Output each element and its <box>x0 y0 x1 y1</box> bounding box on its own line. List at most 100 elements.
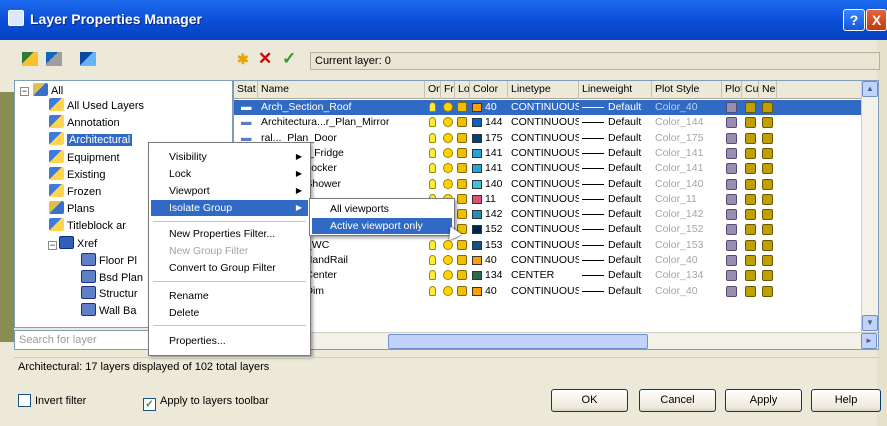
on-lightbulb-icon[interactable] <box>429 255 436 265</box>
layer-row[interactable]: ▬ral_Plan_Shower140CONTINUOUSDefaultColo… <box>234 177 862 192</box>
lineweight-value[interactable]: Default <box>605 115 652 130</box>
context-menu-item[interactable]: Delete <box>151 305 308 321</box>
freeze-sun-icon[interactable] <box>443 102 453 112</box>
new-group-filter-icon[interactable] <box>46 52 62 66</box>
linetype-value[interactable]: CENTER <box>508 268 579 283</box>
color-swatch[interactable] <box>472 164 482 174</box>
current-vp-freeze-icon[interactable] <box>745 239 756 251</box>
lock-open-icon[interactable] <box>457 285 467 296</box>
expand-xref-toggle[interactable]: − <box>48 241 57 250</box>
column-header[interactable]: Plot Style <box>652 81 722 99</box>
current-vp-freeze-icon[interactable] <box>745 147 756 159</box>
help-button[interactable]: Help <box>811 389 881 412</box>
column-header[interactable]: Loc <box>455 81 470 99</box>
lineweight-value[interactable]: Default <box>605 253 652 268</box>
on-lightbulb-icon[interactable] <box>429 270 436 281</box>
linetype-value[interactable]: CONTINUOUS <box>508 192 579 207</box>
lock-open-icon[interactable] <box>457 102 467 112</box>
tree-node-filter[interactable]: Existing <box>49 166 106 183</box>
lineweight-value[interactable]: Default <box>605 177 652 192</box>
column-header[interactable]: Ne <box>759 81 777 99</box>
layer-row[interactable]: ▬ral_Plan_Locker141CONTINUOUSDefaultColo… <box>234 161 862 176</box>
current-vp-freeze-icon[interactable] <box>745 102 756 113</box>
new-vp-freeze-icon[interactable] <box>762 209 773 221</box>
apply-button[interactable]: Apply <box>725 389 802 412</box>
tree-node-xref-child[interactable]: Bsd Plan <box>81 269 143 286</box>
on-lightbulb-icon[interactable] <box>429 239 436 250</box>
ok-button[interactable]: OK <box>551 389 628 412</box>
context-menu-item[interactable]: Isolate Group ▶ <box>151 200 308 216</box>
layer-row[interactable]: ▬ Arch_Section_Roof 40 CONTINUOUS Default Col… <box>234 100 862 115</box>
freeze-sun-icon[interactable] <box>443 117 453 128</box>
column-header[interactable]: Name <box>258 81 425 99</box>
title-bar[interactable]: Layer Properties Manager ? X <box>0 0 887 40</box>
lock-open-icon[interactable] <box>457 239 467 250</box>
plot-printer-icon[interactable] <box>726 178 737 190</box>
plot-printer-icon[interactable] <box>726 117 737 129</box>
color-swatch[interactable] <box>472 133 482 143</box>
new-vp-freeze-icon[interactable] <box>762 193 773 205</box>
plot-printer-icon[interactable] <box>726 239 737 251</box>
lineweight-value[interactable]: Default <box>605 284 652 299</box>
new-vp-freeze-icon[interactable] <box>762 117 773 129</box>
color-swatch[interactable] <box>472 225 482 235</box>
freeze-sun-icon[interactable] <box>443 255 453 265</box>
lineweight-value[interactable]: Default <box>605 192 652 207</box>
plot-printer-icon[interactable] <box>726 224 737 236</box>
tree-node-all[interactable]: All <box>33 83 63 99</box>
lineweight-value[interactable]: Default <box>605 161 652 176</box>
new-vp-freeze-icon[interactable] <box>762 102 773 113</box>
checkbox-box[interactable] <box>18 394 31 407</box>
on-lightbulb-icon[interactable] <box>429 285 436 296</box>
new-vp-freeze-icon[interactable] <box>762 270 773 282</box>
current-vp-freeze-icon[interactable] <box>745 209 756 221</box>
on-lightbulb-icon[interactable] <box>429 117 436 128</box>
color-swatch[interactable] <box>472 179 482 189</box>
invert-filter-checkbox[interactable]: Invert filter <box>18 394 86 408</box>
linetype-value[interactable]: CONTINUOUS <box>508 115 579 130</box>
new-vp-freeze-icon[interactable] <box>762 239 773 251</box>
layer-row[interactable]: ▬ ral..._Plan_Door 175 CONTINUOUS Default Col… <box>234 131 862 146</box>
new-vp-freeze-icon[interactable] <box>762 178 773 190</box>
layer-states-manager-icon[interactable] <box>80 52 96 66</box>
freeze-sun-icon[interactable] <box>443 270 453 281</box>
linetype-value[interactable]: CONTINUOUS <box>508 161 579 176</box>
lineweight-value[interactable]: Default <box>605 131 652 146</box>
on-lightbulb-icon[interactable] <box>429 132 436 143</box>
column-header[interactable]: On <box>425 81 441 99</box>
new-layer-icon[interactable]: ✱ <box>237 52 253 66</box>
layer-row[interactable]: ▬ural_Ion_HandRail40CONTINUOUSDefaultCol… <box>234 253 862 268</box>
context-menu-item[interactable]: Visibility ▶ <box>151 149 308 165</box>
checkbox-box-checked[interactable]: ✓ <box>143 398 156 411</box>
current-vp-freeze-icon[interactable] <box>745 178 756 190</box>
layer-row[interactable]: ▬ral_Plan_Center134CENTERDefaultColor_13… <box>234 268 862 283</box>
color-swatch[interactable] <box>472 118 482 128</box>
tree-node-filter[interactable]: Annotation <box>49 115 120 131</box>
layer-row[interactable]: ▬...or_Plan_WC153CONTINUOUSDefaultColor_… <box>234 238 862 253</box>
plot-printer-icon[interactable] <box>726 193 737 205</box>
plot-printer-icon[interactable] <box>726 209 737 221</box>
color-swatch[interactable] <box>472 271 482 281</box>
expand-all-toggle[interactable]: − <box>20 87 29 96</box>
tree-node-filter[interactable]: Equipment <box>49 149 120 166</box>
color-swatch[interactable] <box>472 103 482 112</box>
lineweight-value[interactable]: Default <box>605 222 652 237</box>
freeze-sun-icon[interactable] <box>443 285 453 296</box>
new-vp-freeze-icon[interactable] <box>762 224 773 236</box>
column-header[interactable]: Plot <box>722 81 742 99</box>
scroll-right-button[interactable]: ► <box>861 333 877 349</box>
color-swatch[interactable] <box>472 148 482 158</box>
freeze-sun-icon[interactable] <box>443 178 453 189</box>
lock-open-icon[interactable] <box>457 209 467 220</box>
new-property-filter-icon[interactable] <box>22 52 38 66</box>
current-vp-freeze-icon[interactable] <box>745 285 756 297</box>
current-vp-freeze-icon[interactable] <box>745 270 756 282</box>
column-header[interactable]: Fre <box>441 81 455 99</box>
new-vp-freeze-icon[interactable] <box>762 255 773 266</box>
color-swatch[interactable] <box>472 286 482 296</box>
on-lightbulb-icon[interactable] <box>429 102 436 112</box>
new-vp-freeze-icon[interactable] <box>762 147 773 159</box>
freeze-sun-icon[interactable] <box>443 147 453 158</box>
tree-node-xref[interactable]: Xref <box>59 236 97 252</box>
set-current-icon[interactable]: ✓ <box>282 50 298 67</box>
